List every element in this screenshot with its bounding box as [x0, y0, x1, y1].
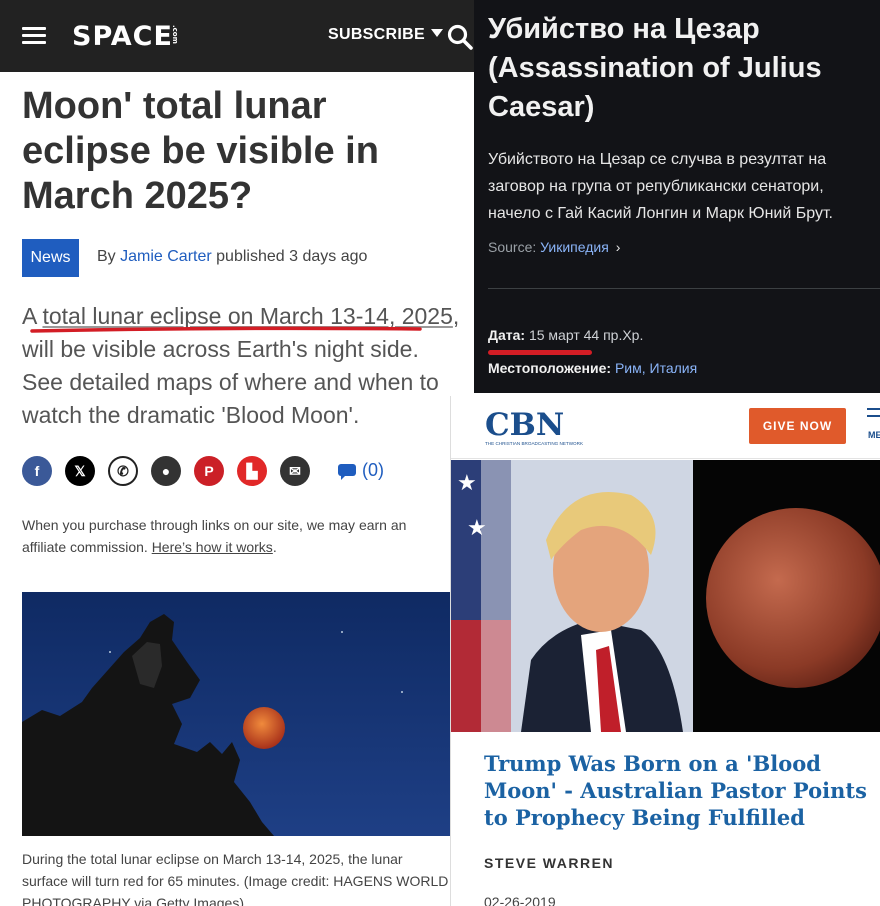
svg-text:★: ★ — [467, 515, 487, 540]
search-icon[interactable] — [447, 24, 473, 50]
flipboard-icon[interactable]: ▙ — [237, 456, 267, 486]
give-now-button[interactable]: GIVE NOW — [749, 408, 846, 444]
article-headline[interactable]: Trump Was Born on a 'Blood Moon' - Austr… — [484, 750, 880, 831]
article-lede: A total lunar eclipse on March 13-14, 20… — [22, 303, 460, 428]
svg-text:CBN: CBN — [485, 408, 564, 443]
category-badge[interactable]: News — [22, 239, 79, 277]
trump-and-blood-moon-photo: ★ ★ — [451, 460, 880, 732]
reddit-icon[interactable]: ● — [151, 456, 181, 486]
author-link[interactable]: Jamie Carter — [120, 248, 212, 265]
panel-description: Убийството на Цезар се случва в резултат… — [488, 151, 833, 222]
cbn-article-page: CBN THE CHRISTIAN BROADCASTING NETWORK G… — [450, 396, 880, 906]
author-name[interactable]: STEVE WARREN — [484, 855, 614, 871]
svg-text:★: ★ — [457, 470, 477, 495]
subscribe-button[interactable]: SUBSCRIBE — [328, 26, 443, 44]
x-icon[interactable]: 𝕏 — [65, 456, 95, 486]
knowledge-panel: Убийство на Цезар (Assassination of Juli… — [474, 0, 880, 393]
red-annotation-underline — [488, 350, 592, 355]
svg-text:THE CHRISTIAN BROADCASTING NET: THE CHRISTIAN BROADCASTING NETWORK — [485, 441, 584, 446]
location-link[interactable]: Рим, Италия — [615, 360, 697, 376]
subscribe-label: SUBSCRIBE — [328, 26, 425, 43]
share-bar: f 𝕏 ✆ ● P ▙ ✉ — [22, 456, 452, 490]
blood-moon-photo — [22, 592, 452, 836]
space-logo[interactable]: SPACE .com — [72, 21, 179, 52]
red-annotation-underline — [30, 326, 422, 333]
date-row: Дата: 15 март 44 пр.Хр. — [488, 327, 644, 343]
chevron-right-icon: › — [615, 239, 621, 255]
panel-title: Убийство на Цезар (Assassination of Juli… — [488, 13, 822, 123]
email-icon[interactable]: ✉ — [280, 456, 310, 486]
wikipedia-link[interactable]: Уикипедия — [540, 239, 609, 255]
article-title: Moon' total lunar eclipse be visible in … — [22, 85, 379, 217]
affiliate-link[interactable]: Here’s how it works — [152, 539, 273, 555]
facebook-icon[interactable]: f — [22, 456, 52, 486]
location-row: Местоположение: Рим, Италия — [488, 360, 698, 376]
divider — [488, 288, 880, 289]
caret-down-icon — [430, 29, 443, 37]
affiliate-disclosure: When you purchase through links on our s… — [22, 517, 407, 555]
menu-icon[interactable] — [22, 27, 46, 45]
panel-source: Source: Уикипедия › — [488, 239, 621, 255]
pinterest-icon[interactable]: P — [194, 456, 224, 486]
comments-link[interactable]: (0) — [338, 460, 384, 481]
whatsapp-icon[interactable]: ✆ — [108, 456, 138, 486]
byline: By Jamie Carter published 3 days ago — [97, 248, 368, 265]
photo-caption: During the total lunar eclipse on March … — [22, 851, 449, 906]
divider — [451, 458, 880, 459]
menu-icon[interactable]: ME — [867, 408, 880, 440]
comment-icon — [338, 464, 356, 480]
publish-date: 02-26-2019 — [484, 894, 556, 906]
cbn-logo[interactable]: CBN THE CHRISTIAN BROADCASTING NETWORK — [485, 408, 601, 448]
